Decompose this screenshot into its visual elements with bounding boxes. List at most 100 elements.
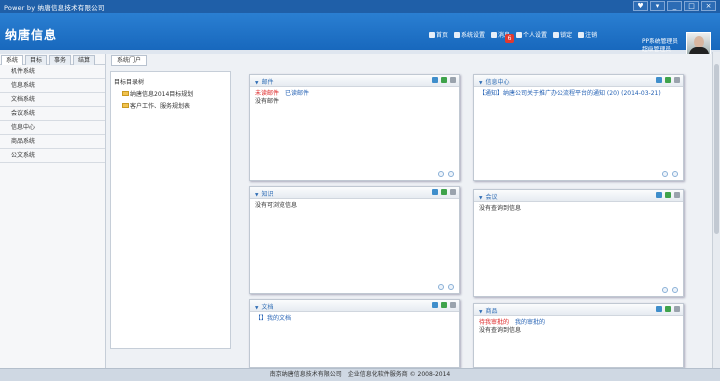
settings-icon[interactable] xyxy=(450,302,456,308)
settings-icon[interactable] xyxy=(674,77,680,83)
user-name: 超级管理员 xyxy=(642,47,671,53)
footer: 南京纳唐信息技术有限公司 企业信息化软件服务商 © 2008-2014 xyxy=(0,368,720,381)
refresh-icon[interactable] xyxy=(441,189,447,195)
tab-system[interactable]: 系统 xyxy=(1,55,23,65)
portlet-title: 信息中心 xyxy=(479,77,509,86)
tab-portal[interactable]: 系统门户 xyxy=(111,55,147,66)
sidebar-item[interactable]: 会议系统 xyxy=(0,107,105,121)
sidebar-tabs: 系统 目标 事务 结算 xyxy=(0,54,105,65)
settings-icon[interactable] xyxy=(674,306,680,312)
tree-node[interactable]: 客户工作、服务规划表 xyxy=(122,101,190,110)
refresh-icon[interactable] xyxy=(665,77,671,83)
portlet-header: 知识 xyxy=(250,187,459,199)
minimize-button[interactable]: _ xyxy=(667,1,682,11)
tab-settlement[interactable]: 结算 xyxy=(73,55,95,65)
panel-icon[interactable] xyxy=(656,192,662,198)
portlet-title: 文档 xyxy=(255,302,273,311)
panel-icon[interactable] xyxy=(656,306,662,312)
settings-icon xyxy=(454,31,461,38)
prev-page-icon[interactable] xyxy=(662,171,668,177)
portlet-meeting: 会议 没有查询到信息 xyxy=(473,189,684,297)
refresh-icon[interactable] xyxy=(441,77,447,83)
panel-icon[interactable] xyxy=(432,302,438,308)
pending-approval-link[interactable]: 待我审批的 xyxy=(479,319,509,326)
left-sidebar: 系统 目标 事务 结算 机件系统 信息系统 文档系统 会议系统 信息中心 商品系… xyxy=(0,54,106,379)
app-logo: 纳唐信息 xyxy=(5,28,58,42)
next-page-icon[interactable] xyxy=(672,171,678,177)
portlet-mail: 邮件 未读邮件 已读邮件 没有邮件 xyxy=(249,74,460,181)
app-header: 纳唐信息 首页 系统设置 消息 个人设置 锁定 注销 6 PP系统管理员 超级管… xyxy=(0,13,720,58)
tree-node[interactable]: 纳唐信息2014目标规划 xyxy=(122,89,193,98)
portlet-header: 文档 xyxy=(250,300,459,312)
nav-logout[interactable]: 注销 xyxy=(578,30,597,39)
tab-target[interactable]: 目标 xyxy=(25,55,47,65)
nav-label: 锁定 xyxy=(560,32,573,39)
panel-icon[interactable] xyxy=(432,189,438,195)
portlet-knowledge: 知识 没有可浏览信息 xyxy=(249,186,460,294)
news-item-link[interactable]: 【通知】纳唐公司关于推广办公流程平台的通知 (20) (2014-03-21) xyxy=(479,90,661,97)
prev-page-icon[interactable] xyxy=(662,287,668,293)
tab-affairs[interactable]: 事务 xyxy=(49,55,71,65)
vertical-scrollbar[interactable] xyxy=(712,52,720,368)
close-button[interactable]: × xyxy=(701,1,716,11)
next-page-icon[interactable] xyxy=(448,284,454,290)
sidebar-item[interactable]: 机件系统 xyxy=(0,65,105,79)
sidebar-menu: 机件系统 信息系统 文档系统 会议系统 信息中心 商品系统 公文系统 xyxy=(0,65,105,163)
favorite-icon[interactable]: ♥ xyxy=(633,1,648,11)
portlet-title: 会议 xyxy=(479,192,497,201)
nav-label: 个人设置 xyxy=(523,32,548,39)
nav-label: 首页 xyxy=(436,32,449,39)
tree-node-label: 纳唐信息2014目标规划 xyxy=(130,91,194,98)
lock-icon xyxy=(553,31,560,38)
window-title: Power by 纳唐信息技术有限公司 xyxy=(4,4,105,12)
settings-icon[interactable] xyxy=(674,192,680,198)
refresh-icon[interactable] xyxy=(665,306,671,312)
power-icon xyxy=(578,31,585,38)
next-page-icon[interactable] xyxy=(448,171,454,177)
prev-page-icon[interactable] xyxy=(438,284,444,290)
empty-text: 没有邮件 xyxy=(255,98,280,105)
nav-personal-settings[interactable]: 个人设置 xyxy=(516,30,547,39)
tree-root[interactable]: 目标目录树 xyxy=(114,77,144,86)
sidebar-item[interactable]: 公文系统 xyxy=(0,149,105,163)
portlet-header: 邮件 xyxy=(250,75,459,87)
my-approval-link[interactable]: 我的审批的 xyxy=(515,319,545,326)
sidebar-item[interactable]: 信息中心 xyxy=(0,121,105,135)
panel-icon[interactable] xyxy=(432,77,438,83)
target-tree-panel: 目标目录树 纳唐信息2014目标规划 客户工作、服务规划表 xyxy=(110,71,231,349)
window-controls: ♥ ▾ _ □ × xyxy=(633,1,716,11)
window-titlebar: Power by 纳唐信息技术有限公司 ♥ ▾ _ □ × xyxy=(0,0,720,13)
sidebar-item[interactable]: 商品系统 xyxy=(0,135,105,149)
sidebar-item[interactable]: 信息系统 xyxy=(0,79,105,93)
my-docs-link[interactable]: 【】我的文档 xyxy=(255,315,291,322)
nav-lock[interactable]: 锁定 xyxy=(553,30,572,39)
panel-icon[interactable] xyxy=(656,77,662,83)
portlet-header: 商品 xyxy=(474,304,683,316)
maximize-button[interactable]: □ xyxy=(684,1,699,11)
message-icon xyxy=(491,31,498,38)
portlet-title: 商品 xyxy=(479,306,497,315)
nav-label: 注销 xyxy=(585,32,598,39)
dropdown-icon[interactable]: ▾ xyxy=(650,1,665,11)
empty-text: 没有查询到信息 xyxy=(479,205,522,212)
read-mail-link[interactable]: 已读邮件 xyxy=(285,90,309,97)
nav-home[interactable]: 首页 xyxy=(429,30,448,39)
refresh-icon[interactable] xyxy=(441,302,447,308)
portlet-goods: 商品 待我审批的 我的审批的 没有查询到信息 xyxy=(473,303,684,368)
empty-text: 没有可浏览信息 xyxy=(255,202,298,209)
portlet-title: 邮件 xyxy=(255,77,273,86)
folder-icon xyxy=(122,91,129,96)
nav-system-settings[interactable]: 系统设置 xyxy=(454,30,485,39)
tree-node-label: 客户工作、服务规划表 xyxy=(130,103,191,110)
unread-mail-link[interactable]: 未读邮件 xyxy=(255,90,279,97)
gear-icon xyxy=(516,31,523,38)
settings-icon[interactable] xyxy=(450,189,456,195)
refresh-icon[interactable] xyxy=(665,192,671,198)
prev-page-icon[interactable] xyxy=(438,171,444,177)
next-page-icon[interactable] xyxy=(672,287,678,293)
portlet-header: 信息中心 xyxy=(474,75,683,87)
settings-icon[interactable] xyxy=(450,77,456,83)
scrollbar-thumb[interactable] xyxy=(714,64,719,234)
folder-icon xyxy=(122,103,129,108)
sidebar-item[interactable]: 文档系统 xyxy=(0,93,105,107)
